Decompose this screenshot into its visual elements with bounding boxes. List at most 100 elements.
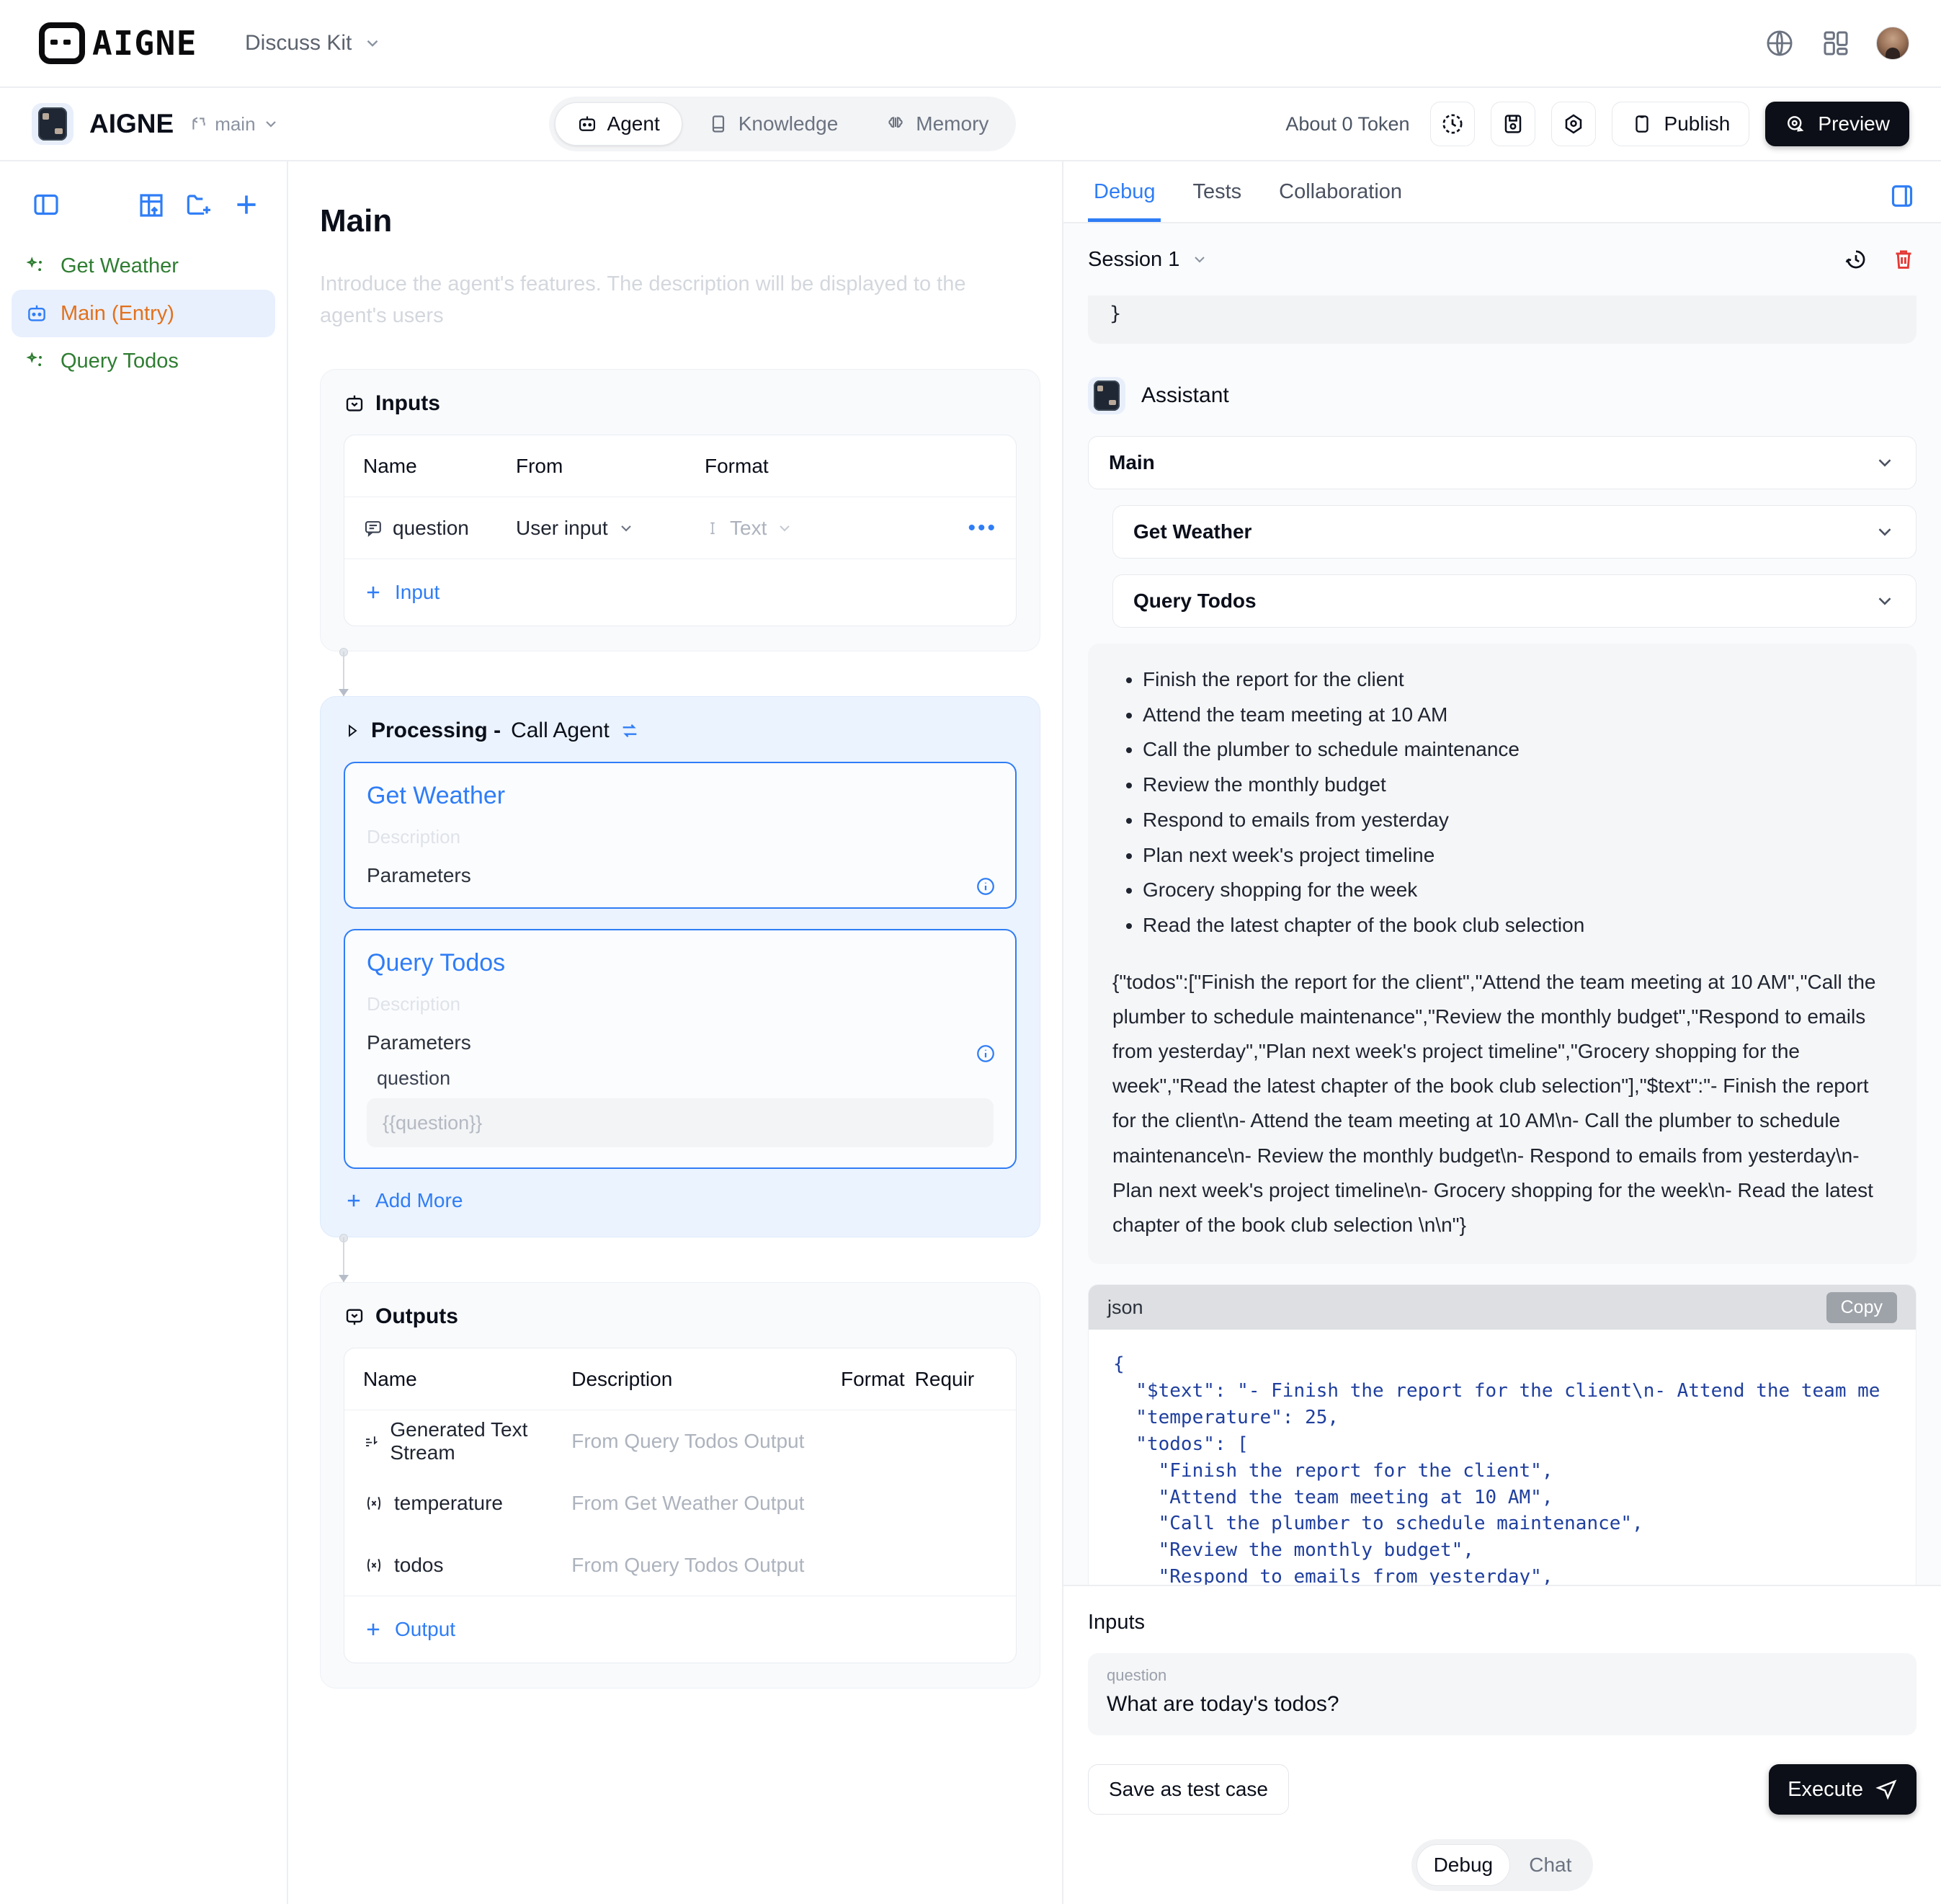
col-required: Requir xyxy=(914,1367,975,1390)
delete-session-icon[interactable] xyxy=(1891,246,1917,272)
copy-button[interactable]: Copy xyxy=(1826,1291,1897,1323)
add-more-button[interactable]: Add More xyxy=(344,1189,1017,1212)
accordion-main[interactable]: Main xyxy=(1088,436,1917,489)
mode-debug[interactable]: Debug xyxy=(1416,1844,1510,1886)
import-table-icon[interactable] xyxy=(133,186,170,223)
project-avatar xyxy=(32,103,73,145)
history-button[interactable] xyxy=(1429,102,1475,146)
preview-label: Preview xyxy=(1818,112,1890,135)
add-output-button[interactable]: Output xyxy=(344,1596,1016,1663)
debug-message-scroll[interactable]: } Assistant Main Get Weather Query Todos… xyxy=(1063,295,1941,1585)
table-row: todos From Query Todos Output xyxy=(344,1534,1016,1597)
execute-label: Execute xyxy=(1788,1777,1863,1801)
input-from-select[interactable]: User input xyxy=(516,517,705,540)
token-count: About 0 Token xyxy=(1285,112,1410,135)
save-button[interactable] xyxy=(1490,102,1535,146)
table-row: question User input Text ••• xyxy=(344,497,1016,560)
execute-button[interactable]: Execute xyxy=(1769,1764,1917,1815)
add-input-button[interactable]: Input xyxy=(344,559,1016,626)
target-pin-icon xyxy=(1565,114,1581,134)
previous-message-text: } xyxy=(1110,303,1122,325)
global-topbar: AIGNE Discuss Kit xyxy=(0,0,1941,88)
chevron-down-icon xyxy=(265,121,276,128)
accordion-query-todos[interactable]: Query Todos xyxy=(1112,574,1917,628)
param-value-input[interactable]: {{question}} xyxy=(367,1098,994,1148)
mode-chat[interactable]: Chat xyxy=(1513,1845,1588,1885)
outputs-table: Name Description Format Requir Generated… xyxy=(344,1348,1017,1664)
add-agent-icon[interactable] xyxy=(228,186,265,223)
deploy-button[interactable] xyxy=(1550,102,1596,146)
question-field[interactable]: question What are today's todos? xyxy=(1088,1653,1917,1735)
col-from: From xyxy=(516,454,563,477)
kit-selector[interactable]: Discuss Kit xyxy=(245,31,382,55)
agent-card-title: Get Weather xyxy=(367,782,506,810)
add-more-label: Add More xyxy=(375,1189,463,1212)
session-selector[interactable]: Session 1 xyxy=(1088,248,1208,272)
output-name: Generated Text Stream xyxy=(390,1418,528,1464)
agent-robot-icon xyxy=(579,116,595,131)
input-format-select[interactable]: Text xyxy=(705,517,878,540)
processing-kind-label[interactable]: Call Agent xyxy=(511,719,610,743)
list-item: Finish the report for the client xyxy=(1143,662,1895,698)
user-avatar[interactable] xyxy=(1876,27,1909,60)
tab-tests[interactable]: Tests xyxy=(1187,180,1247,222)
agent-description-input[interactable]: Introduce the agent's features. The desc… xyxy=(320,268,990,332)
output-name-cell[interactable]: temperature xyxy=(363,1492,571,1515)
question-field-label: question xyxy=(1107,1666,1167,1684)
info-icon[interactable] xyxy=(975,1043,996,1064)
input-name-cell[interactable]: question xyxy=(363,517,516,540)
sidebar-item-main-entry[interactable]: Main (Entry) xyxy=(12,290,275,337)
accordion-get-weather[interactable]: Get Weather xyxy=(1112,505,1917,559)
tab-agent[interactable]: Agent xyxy=(554,102,682,146)
output-name-cell[interactable]: todos xyxy=(363,1554,571,1577)
preview-button[interactable]: Preview xyxy=(1765,102,1909,146)
col-description: Description xyxy=(571,1367,673,1390)
info-icon[interactable] xyxy=(975,876,996,897)
toggle-right-panel-icon[interactable] xyxy=(1888,182,1917,222)
output-name-cell[interactable]: Generated Text Stream xyxy=(363,1418,571,1464)
apps-grid-icon[interactable] xyxy=(1820,27,1852,59)
output-description: From Get Weather Output xyxy=(571,1492,805,1515)
tab-tests-label: Tests xyxy=(1192,180,1242,203)
assistant-message-header: Assistant xyxy=(1088,377,1917,414)
tab-memory-label: Memory xyxy=(916,112,989,135)
list-item: Read the latest chapter of the book club… xyxy=(1143,908,1895,943)
save-as-test-case-button[interactable]: Save as test case xyxy=(1088,1764,1290,1815)
question-field-value[interactable]: What are today's todos? xyxy=(1107,1692,1898,1717)
processing-agent-card-query-todos[interactable]: Query Todos Description Parameters quest… xyxy=(344,929,1017,1170)
tab-collaboration[interactable]: Collaboration xyxy=(1273,180,1408,222)
globe-icon[interactable] xyxy=(1764,27,1795,59)
inputs-section: Inputs Name From Format question User in… xyxy=(320,369,1040,652)
swap-arrows-icon[interactable] xyxy=(620,721,640,741)
chevron-down-icon xyxy=(367,40,378,47)
tab-memory[interactable]: Memory xyxy=(864,103,1010,145)
agent-card-description[interactable]: Description xyxy=(367,993,994,1015)
variable-icon xyxy=(367,1558,381,1572)
session-history-icon[interactable] xyxy=(1843,246,1869,272)
sidebar-item-query-todos[interactable]: Query Todos xyxy=(12,337,275,385)
agent-card-params-label: Parameters xyxy=(367,1031,471,1054)
list-item: Attend the team meeting at 10 AM xyxy=(1143,698,1895,733)
tab-debug[interactable]: Debug xyxy=(1088,180,1161,222)
tab-knowledge[interactable]: Knowledge xyxy=(687,103,860,145)
processing-agent-card-get-weather[interactable]: Get Weather Description Parameters xyxy=(344,762,1017,909)
publish-button[interactable]: Publish xyxy=(1611,102,1750,146)
row-more-menu-icon[interactable]: ••• xyxy=(878,516,997,540)
sidebar-item-label: Query Todos xyxy=(61,349,179,373)
sidebar-item-get-weather[interactable]: Get Weather xyxy=(12,242,275,290)
play-triangle-icon[interactable] xyxy=(344,722,361,739)
accordion-label: Get Weather xyxy=(1133,520,1252,543)
brand-logo[interactable]: AIGNE xyxy=(39,22,197,64)
branch-selector[interactable]: main xyxy=(189,113,279,135)
code-block-content: { "$text": "- Finish the report for the … xyxy=(1113,1353,1880,1585)
inputs-table-header: Name From Format xyxy=(344,435,1016,498)
outputs-icon xyxy=(346,1309,363,1325)
collapse-sidebar-icon[interactable] xyxy=(27,186,65,223)
new-folder-icon[interactable] xyxy=(180,186,218,223)
agent-card-description[interactable]: Description xyxy=(367,826,994,848)
debug-panel-tabs: Debug Tests Collaboration xyxy=(1063,161,1941,223)
raw-json-paragraph: {"todos":["Finish the report for the cli… xyxy=(1112,970,1876,1236)
sidebar-item-label: Get Weather xyxy=(61,254,179,277)
history-clock-icon xyxy=(1442,114,1463,134)
list-item: Grocery shopping for the week xyxy=(1143,873,1895,908)
